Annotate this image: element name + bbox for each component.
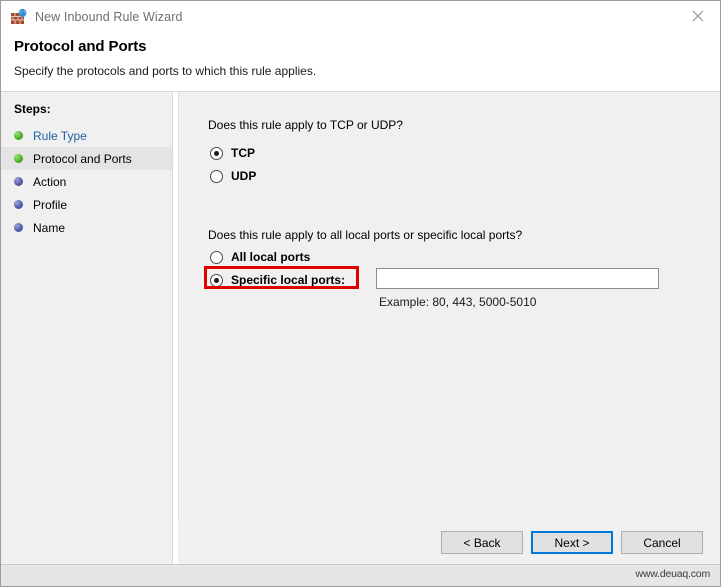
step-bullet-icon: [14, 177, 23, 186]
step-bullet-icon: [14, 223, 23, 232]
page-subtitle: Specify the protocols and ports to which…: [14, 64, 317, 78]
steps-heading: Steps:: [14, 102, 51, 116]
sidebar-item-label: Name: [33, 220, 66, 235]
radio-specific-local-ports[interactable]: Specific local ports:: [210, 273, 345, 287]
ports-example-hint: Example: 80, 443, 5000-5010: [379, 295, 537, 309]
radio-all-local-ports-indicator: [210, 250, 223, 264]
ports-question-label: Does this rule apply to all local ports …: [208, 228, 523, 242]
radio-tcp[interactable]: TCP: [210, 146, 255, 160]
sidebar-item-label: Action: [33, 174, 67, 189]
close-icon[interactable]: [675, 1, 720, 31]
sidebar-item-protocol-and-ports[interactable]: Protocol and Ports: [1, 147, 172, 170]
step-bullet-icon: [14, 200, 23, 209]
watermark-text: www.deuaq.com: [635, 568, 711, 580]
main-wrap: Does this rule apply to TCP or UDP? TCP …: [173, 92, 720, 564]
window-title: New Inbound Rule Wizard: [35, 9, 183, 24]
radio-all-local-ports-label: All local ports: [231, 250, 311, 264]
protocol-question-label: Does this rule apply to TCP or UDP?: [208, 118, 403, 132]
page-title: Protocol and Ports: [14, 38, 147, 55]
firewall-brick-globe-icon: [10, 8, 28, 26]
sidebar-item-label: Profile: [33, 197, 68, 212]
radio-udp-indicator: [210, 169, 223, 183]
radio-udp-label: UDP: [231, 169, 257, 183]
steps-sidebar: Steps: Rule Type Protocol and Ports Acti…: [1, 92, 173, 564]
sidebar-item-action[interactable]: Action: [1, 170, 172, 193]
step-bullet-icon: [14, 131, 23, 140]
radio-udp[interactable]: UDP: [210, 169, 256, 183]
footer-bar: www.deuaq.com: [1, 564, 720, 586]
specific-local-ports-input[interactable]: [376, 268, 659, 289]
body: Steps: Rule Type Protocol and Ports Acti…: [1, 92, 720, 564]
title-bar: New Inbound Rule Wizard: [1, 1, 720, 32]
sidebar-item-profile[interactable]: Profile: [1, 193, 172, 216]
radio-all-local-ports[interactable]: All local ports: [210, 250, 310, 264]
main-content: Does this rule apply to TCP or UDP? TCP …: [178, 92, 720, 520]
back-button[interactable]: < Back: [441, 531, 523, 554]
radio-specific-local-ports-indicator: [210, 273, 223, 287]
step-bullet-icon: [14, 154, 23, 163]
wizard-button-bar: < Back Next > Cancel: [178, 520, 720, 564]
sidebar-item-name[interactable]: Name: [1, 216, 172, 239]
next-button[interactable]: Next >: [531, 531, 613, 554]
cancel-button[interactable]: Cancel: [621, 531, 703, 554]
radio-tcp-indicator: [210, 146, 223, 160]
sidebar-item-label: Protocol and Ports: [33, 151, 132, 166]
new-inbound-rule-wizard-window: New Inbound Rule Wizard Protocol and Por…: [0, 0, 721, 587]
sidebar-item-label: Rule Type: [33, 128, 87, 143]
sidebar-item-rule-type[interactable]: Rule Type: [1, 124, 172, 147]
radio-specific-local-ports-label: Specific local ports:: [231, 273, 346, 287]
radio-tcp-label: TCP: [231, 146, 255, 160]
page-header: Protocol and Ports Specify the protocols…: [1, 32, 720, 92]
